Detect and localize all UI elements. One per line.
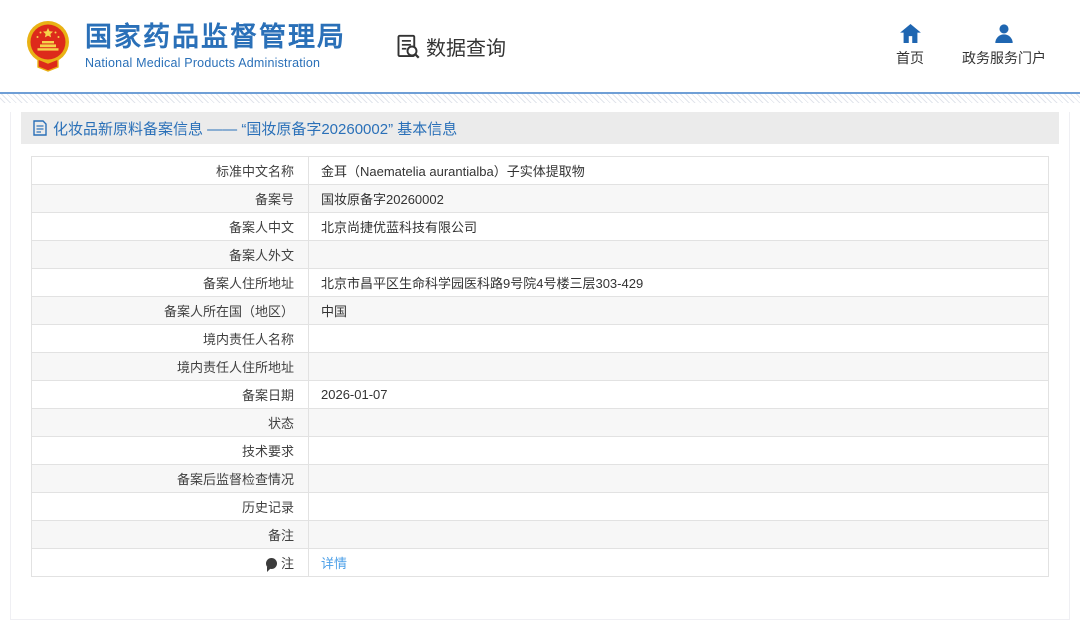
row-value [308,240,1049,269]
page-title: 化妆品新原料备案信息 —— “国妆原备字20260002” 基本信息 [53,120,458,138]
nav-home[interactable]: 首页 [896,24,924,68]
row-value: 2026-01-07 [308,380,1049,409]
row-value: 北京尚捷优蓝科技有限公司 [308,212,1049,241]
national-emblem-logo [27,21,69,72]
note-balloon-icon [265,558,277,572]
content-panel: 化妆品新原料备案信息 —— “国妆原备字20260002” 基本信息 标准中文名… [10,112,1070,620]
table-row: 备案人外文 [31,240,1049,269]
row-value [308,520,1049,549]
row-value [308,436,1049,465]
brand-title-en: National Medical Products Administration [85,56,321,71]
row-label: 境内责任人名称 [31,324,309,353]
table-row: 备案日期 2026-01-07 [31,380,1049,409]
info-table: 标准中文名称 金耳（Naematelia aurantialba）子实体提取物 备案… [31,156,1049,577]
row-label: 技术要求 [31,436,309,465]
row-value: 详情 [308,548,1049,577]
brand-title-cn: 国家药品监督管理局 [85,21,346,52]
header-nav: 首页 政务服务门户 [896,24,1046,68]
brand-block: 国家药品监督管理局 National Medical Products Admi… [85,22,346,70]
row-value: 北京市昌平区生命科学园医科路9号院4号楼三层303-429 [308,268,1049,297]
table-row: 备案人中文 北京尚捷优蓝科技有限公司 [31,212,1049,241]
row-label: 备案日期 [31,380,309,409]
row-label: 备案后监督检查情况 [31,464,309,493]
table-row: 境内责任人名称 [31,324,1049,353]
row-label: 状态 [31,408,309,437]
site-header: 国家药品监督管理局 National Medical Products Admi… [0,0,1080,92]
nav-gov-portal[interactable]: 政务服务门户 [962,24,1046,68]
row-label: 备案人外文 [31,240,309,269]
table-row: 技术要求 [31,436,1049,465]
data-query-label: 数据查询 [426,37,506,60]
data-query-section[interactable]: 数据查询 [394,32,506,61]
row-label: 备案人住所地址 [31,268,309,297]
table-row: 状态 [31,408,1049,437]
page-title-bar: 化妆品新原料备案信息 —— “国妆原备字20260002” 基本信息 [21,112,1059,144]
nav-home-label: 首页 [896,50,924,66]
row-label: 境内责任人住所地址 [31,352,309,381]
user-icon [995,24,1013,43]
document-icon [33,120,47,136]
row-label: 备注 [31,520,309,549]
table-row: 标准中文名称 金耳（Naematelia aurantialba）子实体提取物 [31,156,1049,185]
row-label: 备案人中文 [31,212,309,241]
info-table-body: 标准中文名称 金耳（Naematelia aurantialba）子实体提取物 备案… [31,156,1049,577]
hatched-stripe-band [0,94,1080,103]
row-label: 注 [31,548,309,577]
row-value: 金耳（Naematelia aurantialba）子实体提取物 [308,156,1049,185]
table-row: 注详情 [31,548,1049,577]
row-value [308,324,1049,353]
data-query-icon [397,34,420,59]
row-value: 中国 [308,296,1049,325]
row-label: 标准中文名称 [31,156,309,185]
row-label: 备案人所在国（地区） [31,296,309,325]
table-row: 境内责任人住所地址 [31,352,1049,381]
details-link[interactable]: 详情 [321,556,347,571]
info-table-wrap: 标准中文名称 金耳（Naematelia aurantialba）子实体提取物 备案… [31,156,1049,577]
table-row: 备案人所在国（地区） 中国 [31,296,1049,325]
row-value [308,408,1049,437]
table-row: 备案号 国妆原备字20260002 [31,184,1049,213]
table-row: 备案人住所地址 北京市昌平区生命科学园医科路9号院4号楼三层303-429 [31,268,1049,297]
home-icon [899,24,921,43]
nav-gov-portal-label: 政务服务门户 [962,50,1046,66]
table-row: 备注 [31,520,1049,549]
row-value [308,464,1049,493]
row-label: 历史记录 [31,492,309,521]
row-label: 备案号 [31,184,309,213]
row-value [308,352,1049,381]
table-row: 历史记录 [31,492,1049,521]
row-value: 国妆原备字20260002 [308,184,1049,213]
row-value [308,492,1049,521]
table-row: 备案后监督检查情况 [31,464,1049,493]
